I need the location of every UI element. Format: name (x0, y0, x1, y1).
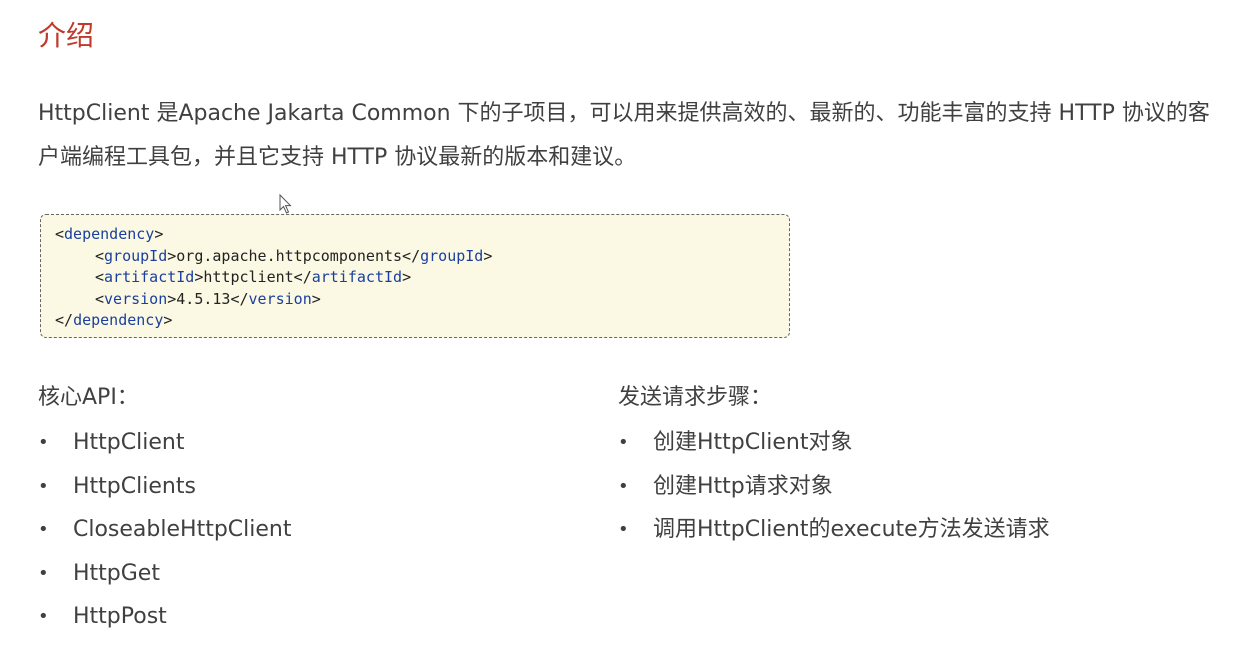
code-block: <dependency> <groupId>org.apache.httpcom… (40, 214, 790, 338)
request-steps-heading: 发送请求步骤： (618, 385, 773, 410)
mouse-pointer-icon (279, 194, 292, 214)
code-tag: dependency (64, 225, 155, 243)
bullet-icon: • (38, 432, 49, 453)
core-api-column: 核心API： • HttpClient • HttpClients • Closeab… (38, 378, 598, 639)
two-column-section: 核心API： • HttpClient • HttpClients • Closeab… (38, 378, 1228, 638)
code-tag: artifactId (104, 268, 195, 286)
intro-paragraph: HttpClient 是Apache Jakarta Common 下的子项目，… (38, 101, 1210, 170)
list-item: • 调用HttpClient的execute方法发送请求 (618, 508, 1218, 552)
code-tag: version (104, 289, 168, 308)
bullet-icon: • (618, 475, 629, 497)
list-item: • 创建HttpClient对象 (618, 421, 1218, 465)
code-line: <dependency> (55, 225, 164, 243)
code-line: <artifactId>httpclient</artifactId> (95, 268, 412, 286)
slide-page: 介绍 HttpClient 是Apache Jakarta Common 下的子… (0, 0, 1233, 648)
list-item: • HttpClients (38, 465, 598, 509)
list-item: • HttpPost (38, 595, 598, 639)
code-tag: groupId (104, 246, 168, 265)
request-steps-list: • 创建HttpClient对象 • 创建Http请求对象 • 调用HttpClien… (618, 421, 1218, 552)
list-item: • CloseableHttpClient (38, 508, 598, 552)
bullet-icon: • (618, 519, 629, 540)
bullet-icon: • (38, 562, 49, 584)
code-tag: version (248, 289, 312, 308)
list-item: • HttpGet (38, 552, 598, 596)
code-tag: dependency (73, 311, 164, 329)
bullet-icon: • (38, 606, 49, 627)
code-tag: artifactId (311, 268, 403, 286)
code-line: <groupId>org.apache.httpcomponents</grou… (95, 246, 493, 265)
bullet-icon: • (38, 475, 49, 497)
bullet-icon: • (38, 519, 49, 540)
bullet-icon: • (618, 432, 629, 453)
page-title: 介绍 (38, 19, 95, 52)
request-steps-column: 发送请求步骤： • 创建HttpClient对象 • 创建Http请求对象 • 调用H… (618, 378, 1218, 552)
code-tag: groupId (420, 246, 484, 265)
core-api-list: • HttpClient • HttpClients • CloseableHttpC… (38, 421, 598, 639)
code-line: </dependency> (55, 311, 173, 329)
core-api-heading: 核心API： (38, 385, 139, 410)
list-item: • HttpClient (38, 421, 598, 465)
list-item: • 创建Http请求对象 (618, 465, 1218, 509)
code-line: <version>4.5.13</version> (95, 289, 321, 308)
